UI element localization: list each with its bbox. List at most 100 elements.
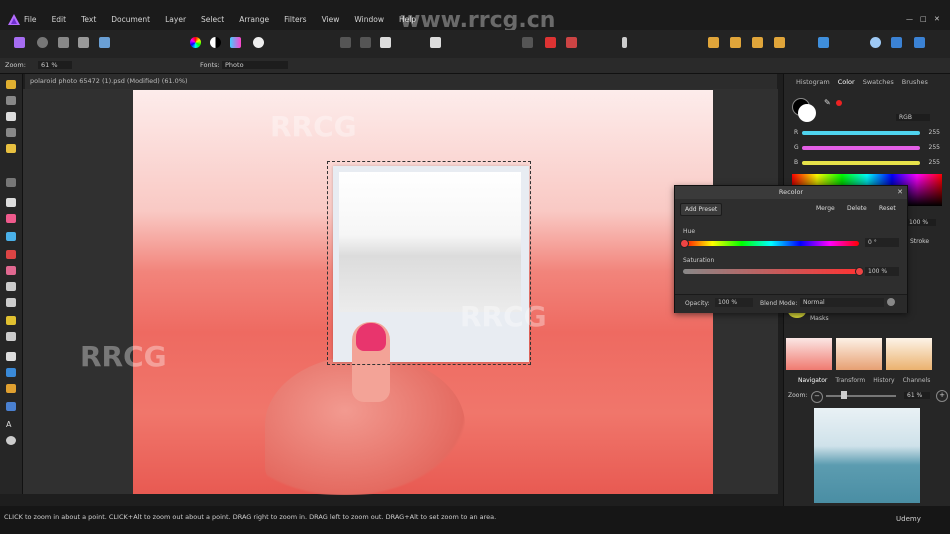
blend-options-gear-icon[interactable] — [887, 298, 895, 306]
navigator-preview[interactable] — [814, 408, 920, 503]
paint-brush-icon[interactable] — [6, 232, 16, 241]
red-slider[interactable]: R 255 — [794, 129, 944, 137]
recolor-opacity-field[interactable]: 100 % — [715, 298, 753, 307]
zoom-out-icon[interactable]: − — [811, 391, 823, 403]
preset-thumbnail-1[interactable] — [786, 338, 832, 370]
hue-slider-handle[interactable] — [680, 239, 689, 248]
blend-mode-dropdown[interactable]: Normal — [800, 298, 884, 307]
menu-document[interactable]: Document — [111, 15, 150, 24]
zoom-dropdown[interactable]: 61 % — [38, 61, 72, 69]
menu-edit[interactable]: Edit — [52, 15, 67, 24]
secondary-color-swatch[interactable] — [798, 104, 816, 122]
erase-tool-icon[interactable] — [6, 282, 16, 291]
dodge-tool-icon[interactable] — [6, 298, 16, 307]
menu-text[interactable]: Text — [81, 15, 96, 24]
assistant-icon[interactable] — [545, 37, 556, 48]
liquify-persona-icon[interactable] — [37, 37, 48, 48]
color-picker-icon[interactable] — [6, 112, 16, 121]
tab-brushes[interactable]: Brushes — [902, 78, 928, 86]
document-tab[interactable]: polaroid photo 65472 (1).psd (Modified) … — [25, 74, 777, 89]
shape-tool-icon[interactable] — [6, 402, 16, 411]
white-balance-icon[interactable] — [253, 37, 264, 48]
pixel-tool-icon[interactable] — [6, 266, 16, 275]
zoom-tool-left-icon[interactable] — [6, 436, 16, 445]
crop-tool-icon[interactable] — [6, 128, 16, 137]
tab-histogram[interactable]: Histogram — [796, 78, 830, 86]
menu-select[interactable]: Select — [201, 15, 224, 24]
green-slider[interactable]: G 255 — [794, 144, 944, 152]
opacity-field[interactable]: 100 % — [906, 219, 937, 226]
fonts-dropdown[interactable]: Photo — [222, 61, 288, 69]
gradient-tool-icon[interactable] — [6, 214, 16, 223]
preset-thumbnail-2[interactable] — [836, 338, 882, 370]
color-mode-dropdown[interactable]: RGB — [896, 114, 930, 121]
text-tool-icon[interactable]: A — [6, 420, 16, 429]
marquee-tool-icon[interactable] — [6, 178, 16, 187]
tab-color[interactable]: Color — [838, 78, 855, 86]
pen-tool-icon[interactable] — [6, 368, 16, 377]
tab-channels[interactable]: Channels — [903, 377, 931, 384]
hue-value[interactable]: 0 ° — [865, 238, 899, 247]
zoom-in-icon[interactable]: + — [936, 390, 948, 402]
menu-view[interactable]: View — [322, 15, 340, 24]
add-preset-button[interactable]: Add Preset — [680, 203, 723, 216]
close-icon[interactable]: ✕ — [934, 15, 940, 23]
develop-persona-icon[interactable] — [58, 37, 69, 48]
refine-selection-icon[interactable] — [522, 37, 533, 48]
snapping-icon[interactable] — [566, 37, 577, 48]
arrange-front-icon[interactable] — [708, 37, 719, 48]
tab-navigator[interactable]: Navigator — [798, 377, 827, 384]
tab-transform[interactable]: Transform — [835, 377, 865, 384]
eyedropper-icon[interactable]: ✎ — [824, 98, 832, 107]
levels-icon[interactable] — [190, 37, 201, 48]
stroke-label[interactable]: Stroke — [910, 238, 929, 245]
merge-button[interactable]: Merge — [812, 203, 839, 214]
align-icon[interactable] — [818, 37, 829, 48]
nav-zoom-slider[interactable] — [826, 395, 896, 397]
zoom-tool-icon[interactable] — [870, 37, 881, 48]
selection-subtract-icon[interactable] — [380, 37, 391, 48]
blue-slider-bar[interactable] — [802, 161, 920, 165]
view-mode-icon[interactable] — [891, 37, 902, 48]
nav-zoom-value[interactable]: 61 % — [904, 392, 931, 399]
move-tool-icon[interactable] — [6, 80, 16, 89]
curves-icon[interactable] — [210, 37, 221, 48]
menu-window[interactable]: Window — [354, 15, 384, 24]
recolor-close-icon[interactable]: ✕ — [897, 188, 903, 196]
healing-tool-icon[interactable] — [6, 332, 16, 341]
clone-tool-icon[interactable] — [6, 316, 16, 325]
selection-marquee[interactable] — [327, 161, 531, 365]
reset-button[interactable]: Reset — [875, 203, 900, 214]
arrange-backward-icon[interactable] — [752, 37, 763, 48]
export-persona-icon[interactable] — [99, 37, 110, 48]
delete-button[interactable]: Delete — [843, 203, 871, 214]
selection-add-icon[interactable] — [360, 37, 371, 48]
tab-history[interactable]: History — [873, 377, 894, 384]
menu-layer[interactable]: Layer — [165, 15, 186, 24]
nav-zoom-handle[interactable] — [841, 391, 847, 399]
selection-mode-icon[interactable] — [340, 37, 351, 48]
green-slider-bar[interactable] — [802, 146, 920, 150]
selection-brush-icon[interactable] — [6, 144, 16, 153]
color-balance-icon[interactable] — [230, 37, 241, 48]
saturation-slider[interactable] — [683, 269, 859, 274]
tab-swatches[interactable]: Swatches — [863, 78, 894, 86]
arrange-forward-icon[interactable] — [730, 37, 741, 48]
blue-slider[interactable]: B 255 — [794, 159, 944, 167]
menu-file[interactable]: File — [24, 15, 37, 24]
saturation-value[interactable]: 100 % — [865, 267, 899, 276]
minimize-icon[interactable]: — — [906, 15, 913, 23]
blur-tool-icon[interactable] — [6, 352, 16, 361]
affinity-photo-logo-icon[interactable] — [7, 13, 21, 27]
arrange-back-icon[interactable] — [774, 37, 785, 48]
node-tool-icon[interactable] — [6, 384, 16, 393]
view-tool-icon[interactable] — [6, 96, 16, 105]
quick-mask-icon[interactable] — [430, 37, 441, 48]
preset-thumbnail-3[interactable] — [886, 338, 932, 370]
photo-persona-icon[interactable] — [14, 37, 25, 48]
menu-filters[interactable]: Filters — [284, 15, 306, 24]
brush-icon[interactable] — [622, 37, 627, 48]
hue-slider[interactable] — [683, 241, 859, 246]
flood-fill-icon[interactable] — [6, 198, 16, 207]
maximize-icon[interactable]: □ — [920, 15, 927, 23]
